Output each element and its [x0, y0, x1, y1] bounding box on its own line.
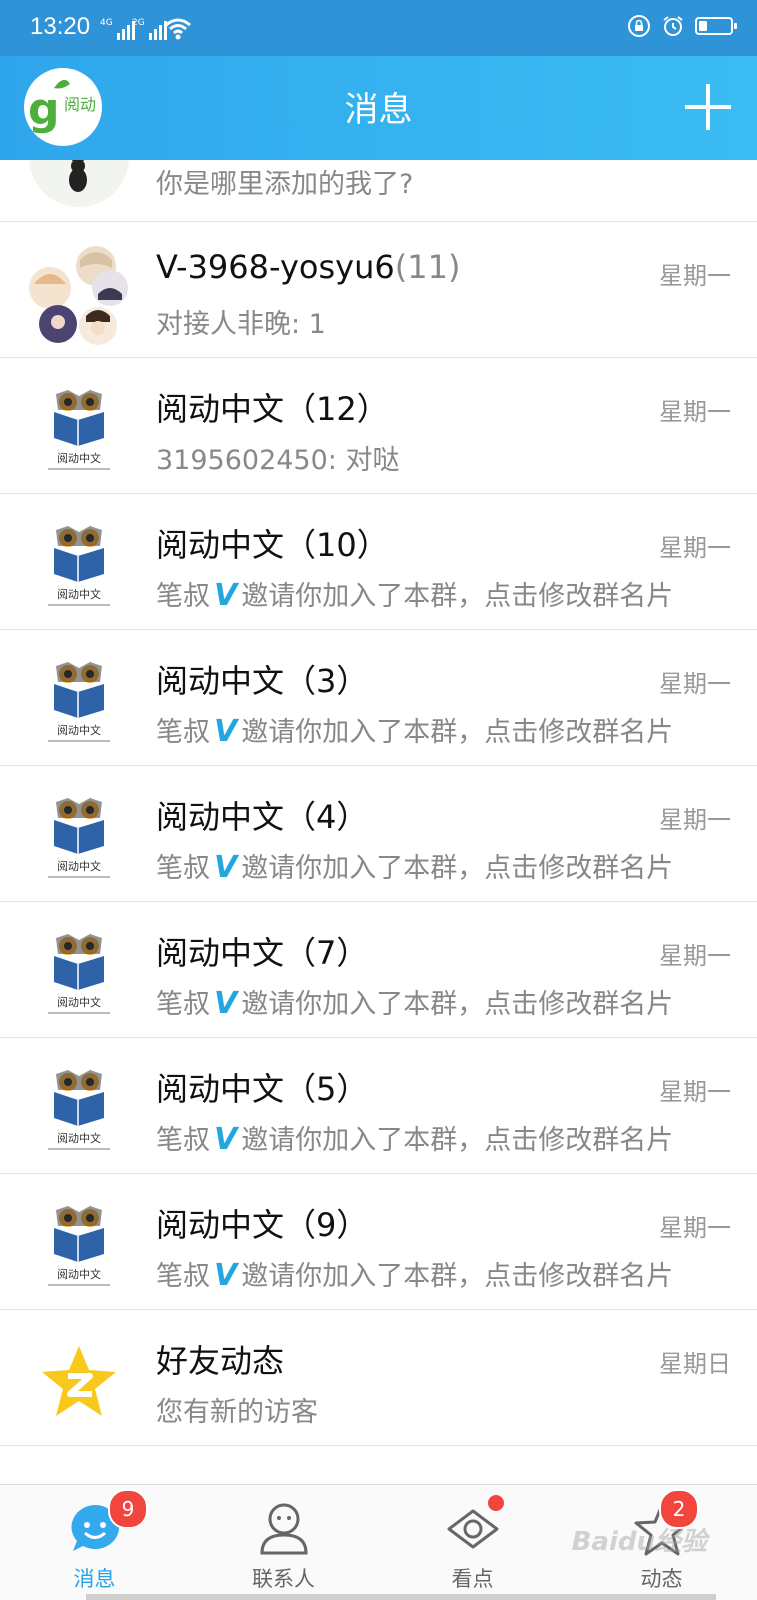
message-time: 星期一: [659, 806, 731, 834]
conversation-row[interactable]: 阅动中文 阅动中文（7） 星期一 笔叔 V 邀请你加入了本群，点击修改群名片: [0, 902, 757, 1038]
svg-text:阅动中文: 阅动中文: [57, 995, 101, 1009]
preview-text: 邀请你加入了本群，点击修改群名片: [241, 1125, 674, 1156]
status-time: 13:20: [30, 13, 91, 40]
message-time: 星期一: [659, 262, 731, 290]
tab-label: 看点: [451, 1567, 494, 1591]
conversation-row[interactable]: V-3968-yosyu6(11) 星期一 对接人非晚: 1: [0, 222, 757, 358]
v-badge-icon: V: [214, 986, 238, 1021]
message-preview: 笔叔 V 邀请你加入了本群，点击修改群名片: [156, 1254, 696, 1293]
baidu-watermark: Baidu经验: [571, 1527, 707, 1557]
v-badge-icon: V: [214, 1258, 238, 1293]
wifi-icon: [165, 18, 191, 40]
conversation-name: 阅动中文（12）: [156, 390, 389, 428]
signal-sim1-icon: 4G: [100, 18, 135, 40]
page-title: 消息: [344, 90, 413, 130]
preview-sender: 笔叔: [156, 581, 210, 612]
message-preview: 对接人非晚: 1: [156, 309, 326, 340]
svg-text:阅动中文: 阅动中文: [57, 859, 101, 873]
owl-book-avatar: 阅动中文: [48, 798, 110, 878]
conversation-list[interactable]: 你是哪里添加的我了? V-3968-yosyu6(11) 星期一 对接人非晚: …: [0, 160, 757, 1485]
conversation-name: 阅动中文（3）: [156, 662, 369, 700]
preview-sender: 笔叔: [156, 1261, 210, 1292]
conversation-row[interactable]: 阅动中文 阅动中文（4） 星期一 笔叔 V 邀请你加入了本群，点击修改群名片: [0, 766, 757, 902]
message-time: 星期一: [659, 942, 731, 970]
message-time: 星期一: [659, 670, 731, 698]
owl-book-avatar: 阅动中文: [48, 1206, 110, 1286]
conversation-row[interactable]: 阅动中文 阅动中文（10） 星期一 笔叔 V 邀请你加入了本群，点击修改群名片: [0, 494, 757, 630]
svg-text:阅动中文: 阅动中文: [57, 451, 101, 465]
message-time: 星期日: [659, 1350, 731, 1378]
preview-text: 邀请你加入了本群，点击修改群名片: [241, 717, 674, 748]
status-bar: 13:20 4G 2G: [0, 0, 757, 56]
qzone-star-avatar: [42, 1346, 116, 1416]
conversation-name: 阅动中文（4）: [156, 798, 369, 836]
conversation-row[interactable]: 阅动中文 阅动中文（5） 星期一 笔叔 V 邀请你加入了本群，点击修改群名片: [0, 1038, 757, 1174]
message-preview: 您有新的访客: [156, 1397, 318, 1428]
owl-book-avatar: 阅动中文: [48, 1070, 110, 1150]
conversation-row[interactable]: 你是哪里添加的我了?: [0, 160, 757, 222]
conversation-row[interactable]: 阅动中文 阅动中文（12） 星期一 3195602450: 对哒: [0, 358, 757, 494]
message-time: 星期一: [659, 1214, 731, 1242]
conversation-name: V-3968-yosyu6(11): [156, 248, 461, 286]
v-badge-icon: V: [214, 714, 238, 749]
svg-text:阅动中文: 阅动中文: [57, 1267, 101, 1281]
v-badge-icon: V: [214, 850, 238, 885]
message-preview: 你是哪里添加的我了?: [156, 169, 414, 200]
battery-icon: [695, 17, 737, 35]
preview-sender: 笔叔: [156, 853, 210, 884]
preview-text: 邀请你加入了本群，点击修改群名片: [241, 853, 674, 884]
message-time: 星期一: [659, 398, 731, 426]
member-count: (11): [394, 248, 461, 286]
conversation-name: 阅动中文（10）: [156, 526, 389, 564]
tab-label: 消息: [73, 1567, 116, 1591]
contacts-icon: [259, 1503, 308, 1555]
conversation-row[interactable]: 阅动中文 阅动中文（9） 星期一 笔叔 V 邀请你加入了本群，点击修改群名片: [0, 1174, 757, 1310]
bottom-tab-bar: 9 消息 联系人 看点 2 动态 Baidu经验: [0, 1484, 757, 1600]
add-plus-icon[interactable]: [685, 84, 731, 130]
conversation-name: 好友动态: [156, 1342, 285, 1380]
message-preview: 笔叔 V 邀请你加入了本群，点击修改群名片: [156, 982, 696, 1021]
conversation-row[interactable]: 好友动态 星期日 您有新的访客: [0, 1310, 757, 1446]
message-preview: 笔叔 V 邀请你加入了本群，点击修改群名片: [156, 710, 696, 749]
owl-book-avatar: 阅动中文: [48, 390, 110, 470]
owl-book-avatar: 阅动中文: [48, 662, 110, 742]
tab-kandian[interactable]: 看点: [378, 1485, 567, 1600]
message-time: 星期一: [659, 534, 731, 562]
preview-text: 邀请你加入了本群，点击修改群名片: [241, 1261, 674, 1292]
preview-text: 邀请你加入了本群，点击修改群名片: [241, 581, 674, 612]
svg-text:阅动中文: 阅动中文: [57, 587, 101, 601]
cat-avatar: [29, 160, 129, 207]
message-preview: 笔叔 V 邀请你加入了本群，点击修改群名片: [156, 1118, 696, 1157]
conversation-name: 阅动中文（9）: [156, 1206, 369, 1244]
tab-label: 动态: [640, 1567, 683, 1591]
tab-label: 联系人: [252, 1567, 315, 1591]
alarm-icon: [663, 16, 683, 36]
owl-book-avatar: 阅动中文: [48, 934, 110, 1014]
conversation-name: 阅动中文（7）: [156, 934, 369, 972]
message-preview: 3195602450: 对哒: [156, 445, 400, 476]
bottom-divider: [86, 1594, 716, 1600]
rotation-lock-icon: [628, 15, 650, 37]
svg-text:阅动中文: 阅动中文: [57, 723, 101, 737]
tab-messages[interactable]: 9 消息: [0, 1485, 189, 1600]
group-collage-avatar: [29, 246, 128, 345]
message-preview: 笔叔 V 邀请你加入了本群，点击修改群名片: [156, 846, 696, 885]
svg-text:阅动中文: 阅动中文: [57, 1131, 101, 1145]
preview-sender: 笔叔: [156, 1125, 210, 1156]
conversation-row[interactable]: 阅动中文 阅动中文（3） 星期一 笔叔 V 邀请你加入了本群，点击修改群名片: [0, 630, 757, 766]
title-bar: g 阅动 消息: [0, 56, 757, 160]
unread-badge: 9: [108, 1489, 148, 1529]
v-badge-icon: V: [214, 1122, 238, 1157]
owl-book-avatar: 阅动中文: [48, 526, 110, 606]
signal-sim2-icon: 2G: [132, 18, 167, 40]
conversation-name: 阅动中文（5）: [156, 1070, 369, 1108]
preview-text: 邀请你加入了本群，点击修改群名片: [241, 989, 674, 1020]
preview-sender: 笔叔: [156, 989, 210, 1020]
v-badge-icon: V: [214, 578, 238, 613]
preview-sender: 笔叔: [156, 717, 210, 748]
new-content-dot: [488, 1495, 504, 1511]
message-preview: 笔叔 V 邀请你加入了本群，点击修改群名片: [156, 574, 696, 613]
message-time: 星期一: [659, 1078, 731, 1106]
tab-contacts[interactable]: 联系人: [189, 1485, 378, 1600]
